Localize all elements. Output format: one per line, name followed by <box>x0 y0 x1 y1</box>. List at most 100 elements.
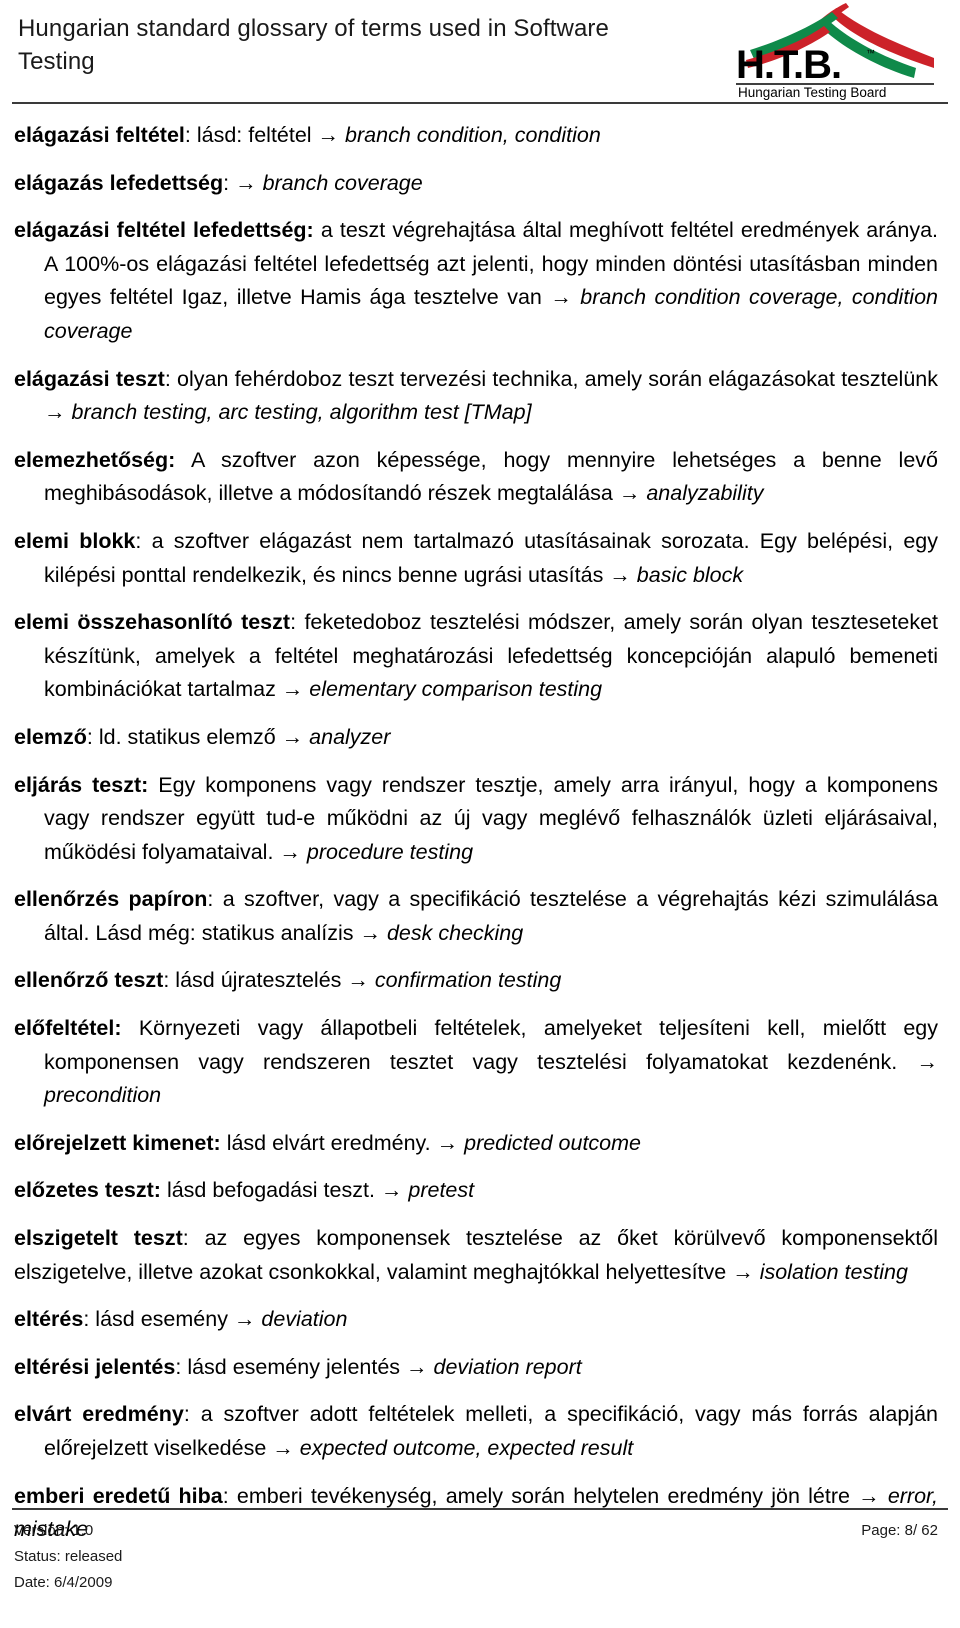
entry-term: előfeltétel: <box>14 1016 122 1041</box>
arrow-icon: → <box>273 839 307 864</box>
entry-term: előrejelzett kimenet: <box>14 1130 221 1155</box>
document-title: Hungarian standard glossary of terms use… <box>18 15 609 75</box>
glossary-entry-elteres: eltérés: lásd esemény → deviation <box>14 1303 938 1337</box>
entry-english: analyzability <box>646 481 764 506</box>
entry-term: emberi eredetű hiba <box>14 1483 223 1508</box>
footer-version: Version: 1.0 <box>14 1522 94 1539</box>
arrow-icon: → <box>235 170 263 195</box>
entry-english: procedure testing <box>306 839 474 864</box>
entry-term: ellenőrző teszt <box>14 968 164 993</box>
entry-term: elemezhetőség: <box>14 447 176 472</box>
entry-body: lásd esemény jelentés <box>187 1354 401 1379</box>
entry-english: elementary comparison testing <box>309 677 603 702</box>
entry-term: ellenőrzés papíron <box>14 887 208 912</box>
entry-body: lásd újratesztelés <box>175 968 342 993</box>
header-divider <box>12 102 948 104</box>
arrow-icon: → <box>341 968 375 993</box>
page-header: Hungarian standard glossary of terms use… <box>0 0 960 104</box>
htb-logo-graphic: H.T.B. ™ Hungarian Testing Board <box>736 3 934 100</box>
entry-body: olyan fehérdoboz teszt tervezési technik… <box>177 366 938 391</box>
arrow-icon: → <box>400 1354 434 1379</box>
entry-term: eljárás teszt: <box>14 772 149 797</box>
arrow-icon: → <box>603 562 637 587</box>
footer-status: Status: released <box>14 1548 123 1565</box>
entry-body: lásd elvárt eredmény. <box>226 1130 431 1155</box>
entry-body: lásd: feltétel <box>196 123 312 147</box>
arrow-icon: → <box>430 1130 465 1155</box>
entry-term: elemző <box>14 724 87 749</box>
entry-term: elvárt eredmény <box>14 1402 184 1427</box>
entry-english: expected outcome, expected result <box>299 1436 634 1460</box>
arrow-icon: → <box>612 481 647 506</box>
entry-separator <box>148 773 158 797</box>
entry-term: elágazási feltétel <box>14 123 185 147</box>
footer-page-number: Page: 8/ 62 <box>861 1522 938 1539</box>
entry-term: elszigetelt teszt <box>14 1226 183 1251</box>
entry-body: ld. statikus elemző <box>98 724 276 749</box>
entry-separator: : <box>184 123 197 147</box>
page-footer: Page: 8/ 62 Version: 1.0 Status: release… <box>0 1508 960 1628</box>
entry-term: elemi összehasonlító teszt <box>14 610 291 635</box>
glossary-entry-elofeltetel: előfeltétel: Környezeti vagy állapotbeli… <box>14 1012 938 1113</box>
entry-separator <box>314 218 321 242</box>
arrow-icon: → <box>849 1483 888 1508</box>
entry-separator: : <box>207 887 223 912</box>
entry-english: precondition <box>44 1083 162 1108</box>
glossary-entry-elemzo: elemző: ld. statikus elemző → analyzer <box>14 721 938 755</box>
htb-acronym: H.T.B. <box>736 43 841 87</box>
entry-english: analyzer <box>309 724 391 749</box>
entry-english: predicted outcome <box>464 1130 641 1155</box>
entry-body: a szoftver elágazást nem tartalmazó utas… <box>44 528 939 587</box>
entry-term: eltérési jelentés <box>14 1354 176 1379</box>
footer-date: Date: 6/4/2009 <box>14 1574 113 1591</box>
arrow-icon: → <box>227 1307 262 1332</box>
entry-english: pretest <box>408 1178 475 1203</box>
entry-english: branch condition, condition <box>345 123 601 147</box>
glossary-entry-eljaras-teszt: eljárás teszt: Egy komponens vagy rendsz… <box>14 769 938 870</box>
entry-term: elágazási feltétel lefedettség: <box>14 218 314 243</box>
glossary-entry-elemi-blokk: elemi blokk: a szoftver elágazást nem ta… <box>14 525 938 592</box>
glossary-entry-elemezhetoseg: elemezhetőség: A szoftver azon képessége… <box>14 444 938 511</box>
entry-english: branch testing, arc testing, algorithm t… <box>71 400 532 425</box>
entry-term: eltérés <box>14 1307 84 1332</box>
entry-english: isolation testing <box>759 1259 908 1284</box>
entry-english: basic block <box>636 562 744 587</box>
arrow-icon: → <box>275 724 310 749</box>
arrow-icon: → <box>353 920 387 945</box>
htb-logo: H.T.B. ™ Hungarian Testing Board <box>720 2 938 100</box>
entry-separator: : <box>163 968 176 993</box>
entry-separator: : <box>175 1354 188 1379</box>
footer-meta-group: Version: 1.0 Status: released Date: 6/4/… <box>14 1518 122 1596</box>
entry-english: branch coverage <box>262 170 423 195</box>
footer-page-number-group: Page: 8/ 62 <box>861 1518 938 1544</box>
footer-divider <box>12 1508 948 1510</box>
glossary-entry-elvart-eredmeny: elvárt eredmény: a szoftver adott feltét… <box>14 1398 938 1465</box>
glossary-entry-elagazas-lefedettseg: elágazás lefedettség: → branch coverage <box>14 167 938 201</box>
entry-body: lásd esemény <box>95 1307 228 1332</box>
arrow-icon: → <box>541 285 581 310</box>
entry-english: deviation <box>261 1307 348 1332</box>
entry-body: lásd befogadási teszt. <box>166 1178 375 1203</box>
entry-body: Egy komponens vagy rendszer tesztje, ame… <box>44 772 938 864</box>
entry-separator: : <box>290 610 305 635</box>
entry-separator: : <box>135 528 152 553</box>
arrow-icon: → <box>275 677 310 702</box>
arrow-icon: → <box>374 1178 409 1203</box>
entry-english: deviation report <box>433 1354 582 1379</box>
glossary-entry-elszigetelt-teszt: elszigetelt teszt: az egyes komponensek … <box>14 1222 938 1289</box>
footer-content: Page: 8/ 62 Version: 1.0 Status: release… <box>14 1518 938 1596</box>
entry-term: elágazás lefedettség <box>14 170 224 195</box>
entry-term: előzetes teszt: <box>14 1178 161 1203</box>
entry-body: emberi tevékenység, amely során helytele… <box>236 1483 850 1508</box>
glossary-entry-elozetes-teszt: előzetes teszt: lásd befogadási teszt. →… <box>14 1174 938 1208</box>
entry-separator: : <box>164 366 178 391</box>
glossary-entries: elágazási feltétel: lásd: feltétel → bra… <box>0 119 960 1547</box>
glossary-entry-ellenorzes-papiron: ellenőrzés papíron: a szoftver, vagy a s… <box>14 883 938 950</box>
arrow-icon: → <box>726 1259 760 1284</box>
entry-body: Környezeti vagy állapotbeli feltételek, … <box>44 1016 938 1074</box>
glossary-entry-elemi-osszehasonlito-teszt: elemi összehasonlító teszt: feketedoboz … <box>14 606 938 707</box>
glossary-entry-elagazasi-feltetel-lefedettseg: elágazási feltétel lefedettség: a teszt … <box>14 214 938 348</box>
entry-separator <box>175 448 191 472</box>
arrow-icon: → <box>311 123 346 147</box>
entry-separator: : <box>182 1226 205 1251</box>
